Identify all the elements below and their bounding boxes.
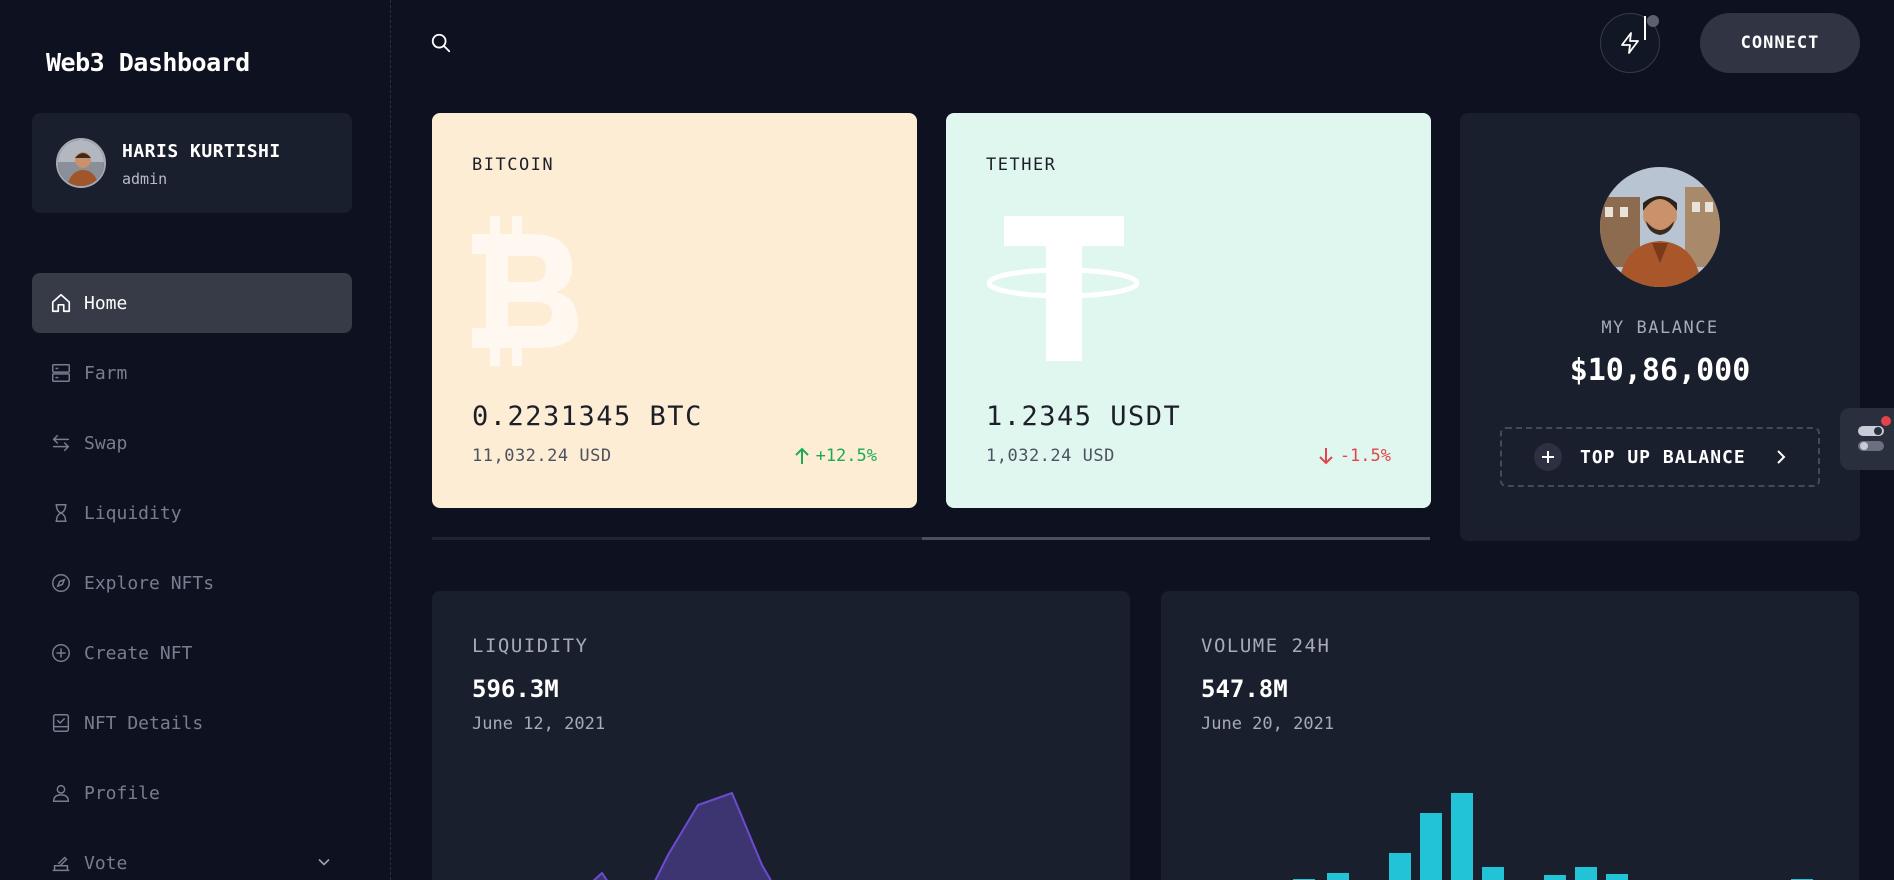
- cursor-indicator: [1644, 16, 1646, 40]
- sidebar-item-home[interactable]: Home: [32, 273, 352, 333]
- chart-bar: [1482, 867, 1504, 880]
- home-icon: [51, 293, 71, 313]
- sidebar-item-create-nft[interactable]: Create NFT: [32, 623, 352, 683]
- sidebar-item-label: Swap: [84, 432, 128, 454]
- plus-icon: [1534, 443, 1562, 471]
- liquidity-area-chart: [592, 791, 772, 880]
- sidebar-item-profile[interactable]: Profile: [32, 763, 352, 823]
- arrow-down-icon: [1319, 448, 1333, 465]
- chart-bar: [1544, 875, 1566, 880]
- vote-icon: [52, 856, 70, 872]
- top-up-label: TOP UP BALANCE: [1580, 446, 1746, 468]
- sidebar-item-label: Farm: [84, 362, 128, 384]
- chart-bar: [1451, 793, 1473, 880]
- arrow-up-icon: [794, 447, 809, 464]
- swap-arrows-icon: [52, 434, 70, 452]
- user-icon: [52, 784, 70, 802]
- chart-bar: [1327, 873, 1349, 880]
- coin-change: -1.5%: [1318, 446, 1391, 466]
- chart-bar: [1420, 813, 1442, 880]
- lightning-icon: [1621, 32, 1639, 54]
- volume-bar-chart: [1293, 793, 1813, 880]
- compass-icon: [52, 574, 70, 592]
- search-icon[interactable]: [430, 32, 452, 54]
- coin-change: +12.5%: [794, 446, 877, 466]
- chart-bar: [1606, 874, 1628, 880]
- avatar: [56, 138, 106, 188]
- balance-value: $10,86,000: [1569, 353, 1751, 388]
- hourglass-icon: [55, 504, 67, 522]
- sidebar-item-label: Home: [84, 292, 128, 314]
- sidebar-item-farm[interactable]: Farm: [32, 343, 352, 403]
- brand-title: Web3 Dashboard: [46, 48, 250, 77]
- notification-dot: [1881, 416, 1891, 426]
- area-fill: [655, 793, 771, 880]
- notification-dot: [1647, 15, 1659, 27]
- sidebar-item-label: Vote: [84, 852, 128, 874]
- sidebar-item-label: Liquidity: [84, 502, 182, 524]
- liquidity-card: LIQUIDITY 596.3M June 12, 2021: [432, 591, 1130, 880]
- tether-logo-icon: [986, 216, 1140, 361]
- bitcoin-logo-icon: [472, 216, 578, 366]
- carousel-scrollbar-thumb[interactable]: [922, 537, 1430, 540]
- chart-bar: [1389, 853, 1411, 880]
- plus-circle-icon: [52, 644, 70, 662]
- balance-card: MY BALANCE $10,86,000 TOP UP BALANCE: [1460, 113, 1860, 541]
- checklist-icon: [52, 714, 70, 732]
- sidebar-item-label: NFT Details: [84, 712, 204, 734]
- sidebar-item-liquidity[interactable]: Liquidity: [32, 483, 352, 543]
- sidebar-item-label: Create NFT: [84, 642, 193, 664]
- chevron-down-icon[interactable]: [314, 852, 334, 872]
- coin-usd-value: 11,032.24 USD: [472, 446, 612, 466]
- sidebar: Web3 Dashboard HARIS KURTISHI admin Home…: [0, 0, 391, 880]
- coin-amount: 0.2231345 BTC: [472, 401, 703, 432]
- sidebar-item-nft-details[interactable]: NFT Details: [32, 693, 352, 753]
- sidebar-item-vote[interactable]: Vote: [32, 833, 352, 880]
- sidebar-item-explore-nfts[interactable]: Explore NFTs: [32, 553, 352, 613]
- coin-amount: 1.2345 USDT: [986, 401, 1182, 432]
- avatar: [1600, 167, 1720, 287]
- top-up-balance-button[interactable]: TOP UP BALANCE: [1500, 427, 1820, 487]
- coin-change-value: +12.5%: [815, 446, 877, 466]
- coin-change-value: -1.5%: [1339, 446, 1391, 466]
- coin-name: BITCOIN: [472, 155, 555, 175]
- sidebar-item-swap[interactable]: Swap: [32, 413, 352, 473]
- bitcoin-card[interactable]: BITCOIN 0.2231345 BTC 11,032.24 USD +12.…: [432, 113, 917, 508]
- server-icon: [52, 364, 70, 382]
- user-name: HARIS KURTISHI: [122, 141, 281, 162]
- balance-label: MY BALANCE: [1601, 318, 1719, 338]
- connect-button[interactable]: CONNECT: [1700, 13, 1860, 73]
- chevron-right-icon: [1777, 450, 1786, 464]
- coin-usd-value: 1,032.24 USD: [986, 446, 1115, 466]
- volume-card: VOLUME 24H 547.8M June 20, 2021: [1161, 591, 1859, 880]
- user-card[interactable]: HARIS KURTISHI admin: [32, 113, 352, 213]
- tether-card[interactable]: TETHER 1.2345 USDT 1,032.24 USD -1.5%: [946, 113, 1431, 508]
- user-role: admin: [122, 170, 168, 188]
- coin-name: TETHER: [986, 155, 1057, 175]
- sidebar-item-label: Profile: [84, 782, 160, 804]
- chart-bar: [1575, 867, 1597, 880]
- sidebar-item-label: Explore NFTs: [84, 572, 215, 594]
